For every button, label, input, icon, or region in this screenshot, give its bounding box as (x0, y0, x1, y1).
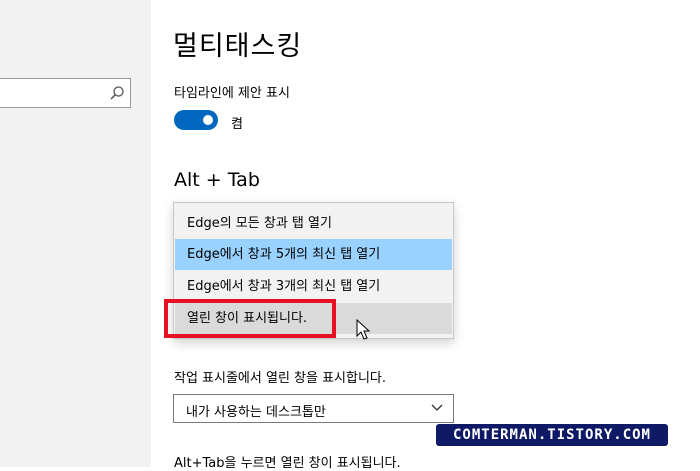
alt-tab-option-all-tabs[interactable]: Edge의 모든 창과 탭 열기 (175, 208, 452, 239)
page-title: 멀티태스킹 (173, 31, 303, 62)
timeline-setting-label: 타임라인에 제안 표시 (174, 86, 290, 101)
alt-tab-option-3-tabs[interactable]: Edge에서 창과 3개의 최신 탭 열기 (175, 271, 452, 302)
main-content: 멀티태스킹 타임라인에 제안 표시 켬 Alt + Tab Alt+Tab을 누… (151, 0, 700, 471)
toggle-knob (203, 115, 213, 125)
watermark: COMTERMAN.TISTORY.COM (436, 424, 668, 446)
alt-tab-section-title: Alt + Tab (174, 169, 260, 191)
taskbar-dropdown[interactable]: 내가 사용하는 데스크톱만 (173, 394, 454, 423)
alt-tab-description: Alt+Tab을 누르면 열린 창이 표시됩니다. (174, 456, 401, 471)
timeline-toggle[interactable] (174, 110, 218, 130)
taskbar-setting-label: 작업 표시줄에서 열린 창을 표시합니다. (174, 371, 387, 386)
sidebar (0, 0, 151, 467)
taskbar-dropdown-value: 내가 사용하는 데스크톱만 (186, 405, 326, 420)
search-icon[interactable] (109, 85, 125, 101)
chevron-down-icon (431, 404, 443, 411)
mouse-cursor-icon (356, 319, 371, 340)
toggle-state-label: 켬 (231, 117, 243, 132)
alt-tab-option-5-tabs[interactable]: Edge에서 창과 5개의 최신 탭 열기 (175, 239, 452, 270)
highlight-box (164, 299, 336, 338)
search-input[interactable] (0, 78, 131, 108)
